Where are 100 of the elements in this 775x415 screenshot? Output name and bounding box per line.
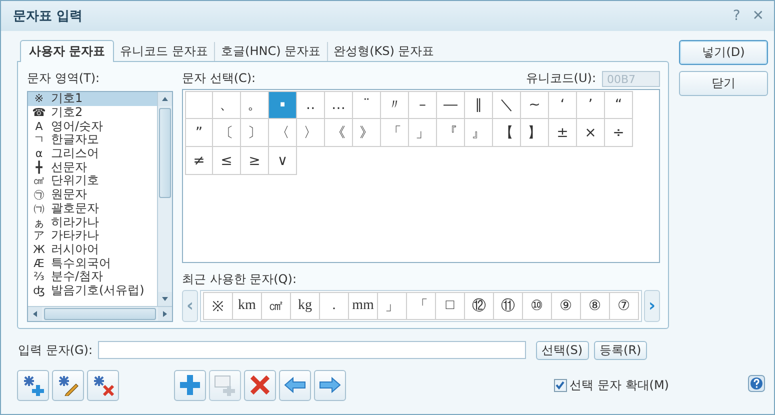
category-item[interactable]: ア 가타카나 [28, 228, 157, 243]
recent-label: 최근 사용한 문자(Q): [182, 271, 298, 288]
category-item[interactable]: ㈀ 괄호문자 [28, 202, 157, 216]
input-button[interactable]: 등록(R) [594, 340, 648, 360]
vertical-scrollbar[interactable] [157, 92, 172, 306]
toolbar-button[interactable] [244, 370, 276, 400]
char-cell[interactable]: ＼ [493, 91, 521, 119]
scroll-up-icon[interactable] [158, 92, 172, 106]
dialog-button[interactable]: 닫기 [679, 71, 768, 96]
char-cell[interactable]: 「 [381, 119, 409, 147]
tab[interactable]: 유니코드 문자표 [114, 42, 214, 61]
recent-char[interactable]: ⑫ [464, 292, 493, 320]
scroll-down-icon[interactable] [158, 292, 172, 306]
recent-char[interactable]: . [319, 292, 348, 320]
category-item[interactable]: α 그리스어 [28, 146, 157, 160]
char-cell[interactable]: ’ [577, 91, 605, 119]
plus-icon [178, 373, 202, 397]
asterisk-plus-icon [21, 374, 45, 396]
char-cell[interactable]: 《 [325, 119, 353, 147]
dialog-button[interactable]: 넣기(D) [679, 40, 768, 65]
category-item[interactable]: ☎ 기호2 [28, 106, 157, 120]
recent-char[interactable]: ㎠ [261, 292, 290, 320]
recent-char[interactable]: ※ [203, 292, 232, 320]
recent-char[interactable]: kg [290, 292, 319, 320]
help-icon[interactable] [748, 375, 765, 392]
char-cell[interactable]: ∼ [521, 91, 549, 119]
toolbar-button[interactable] [174, 370, 206, 400]
char-cell[interactable]: 〃 [381, 91, 409, 119]
char-cell[interactable]: 》 [353, 119, 381, 147]
char-cell[interactable]: ∨ [269, 147, 297, 175]
recent-char[interactable]: 」 [377, 292, 406, 320]
category-item[interactable]: ╋ 선문자 [28, 160, 157, 174]
asterisk-pencil-icon [56, 374, 80, 396]
category-item[interactable]: ぁ 히라가나 [28, 215, 157, 229]
category-item[interactable]: ㄱ 한글자모 [28, 133, 157, 147]
scroll-thumb[interactable] [159, 108, 171, 198]
char-cell[interactable]: ≠ [185, 147, 213, 175]
char-cell[interactable]: ‥ [297, 91, 325, 119]
char-cell[interactable]: “ [605, 91, 633, 119]
input-field[interactable] [98, 341, 526, 359]
char-cell[interactable]: 【 [493, 119, 521, 147]
recent-char[interactable]: ⑧ [580, 292, 609, 320]
char-cell[interactable]: 』 [465, 119, 493, 147]
category-item[interactable]: ※ 기호1 [28, 92, 157, 106]
char-cell[interactable]: ‘ [549, 91, 577, 119]
recent-char[interactable]: 「 [406, 292, 435, 320]
recent-char[interactable]: ⑪ [493, 292, 522, 320]
char-cell[interactable]: × [577, 119, 605, 147]
char-cell[interactable]: 、 [213, 91, 241, 119]
char-cell[interactable]: ― [437, 91, 465, 119]
char-cell[interactable]: ≤ [213, 147, 241, 175]
char-cell[interactable]: ” [185, 119, 213, 147]
category-item[interactable]: ㎠ 단위기호 [28, 174, 157, 188]
char-cell[interactable]: 〉 [297, 119, 325, 147]
char-cell[interactable]: ÷ [605, 119, 633, 147]
category-item[interactable]: A 영어/숫자 [28, 119, 157, 134]
char-cell[interactable]: ¨ [353, 91, 381, 119]
recent-char[interactable]: ⑦ [609, 292, 639, 320]
area-label: 문자 영역(T): [27, 70, 101, 87]
check-icon [555, 380, 566, 390]
category-item[interactable]: ʤ 발음기호(서유럽) [28, 284, 157, 298]
char-cell[interactable]: 〔 [213, 119, 241, 147]
char-cell[interactable]: ≥ [241, 147, 269, 175]
recent-char[interactable]: ⑨ [551, 292, 580, 320]
toolbar-button[interactable] [52, 370, 84, 400]
window-plus-icon [213, 373, 237, 397]
char-cell[interactable]: 】 [521, 119, 549, 147]
toolbar-button[interactable] [17, 370, 49, 400]
unicode-label: 유니코드(U): [526, 70, 596, 87]
char-select-label: 문자 선택(C): [182, 70, 256, 87]
recent-char[interactable]: ⑩ [522, 292, 551, 320]
char-cell[interactable]: … [325, 91, 353, 119]
input-button[interactable]: 선택(S) [536, 340, 589, 360]
char-cell[interactable] [185, 91, 213, 119]
char-cell[interactable]: ± [549, 119, 577, 147]
char-cell[interactable]: 〈 [269, 119, 297, 147]
toolbar-button[interactable] [279, 370, 311, 400]
recent-char[interactable]: mm [348, 292, 377, 320]
input-label: 입력 문자(G): [18, 342, 93, 358]
char-cell[interactable]: 〕 [241, 119, 269, 147]
scroll-left-icon[interactable] [28, 307, 42, 321]
category-item[interactable]: Ж 러시아어 [28, 242, 157, 256]
close-icon [248, 373, 272, 397]
recent-char[interactable]: □ [435, 292, 464, 320]
scroll-right-icon[interactable] [158, 307, 172, 321]
char-cell[interactable]: 『 [437, 119, 465, 147]
window-title: 문자표 입력 [13, 8, 84, 25]
category-item[interactable]: ㉠ 원문자 [28, 188, 157, 202]
toolbar-button[interactable] [87, 370, 119, 400]
category-item[interactable]: ⅔ 분수/첨자 [28, 270, 157, 284]
toolbar-button[interactable] [314, 370, 346, 400]
char-cell[interactable]: 」 [409, 119, 437, 147]
recent-char[interactable]: km [232, 292, 261, 320]
checkbox[interactable] [554, 378, 567, 392]
char-cell[interactable]: ∥ [465, 91, 493, 119]
category-item[interactable]: Æ 특수외국어 [28, 256, 157, 270]
tab[interactable]: 사용자 문자표 [20, 40, 114, 62]
scroll-thumb[interactable] [44, 308, 156, 320]
char-cell[interactable]: – [409, 91, 437, 119]
horizontal-scrollbar[interactable] [28, 306, 172, 321]
